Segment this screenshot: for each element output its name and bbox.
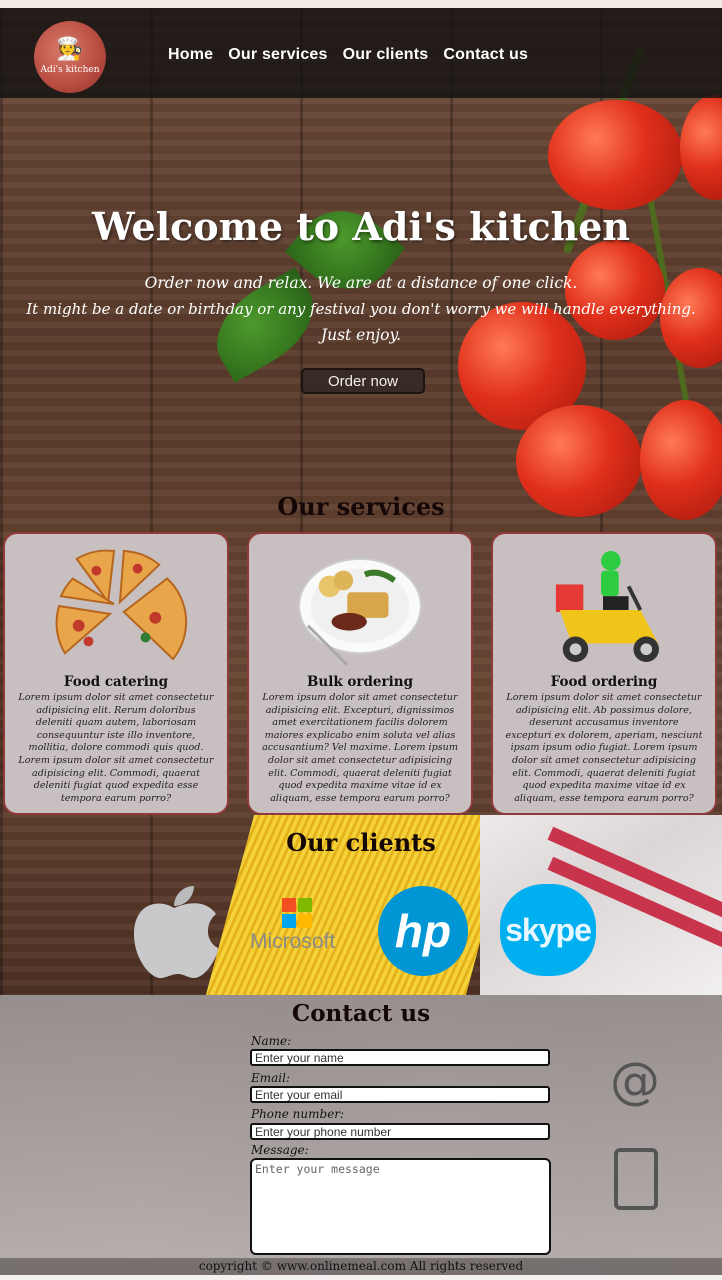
nav-our-services[interactable]: Our services bbox=[228, 46, 327, 64]
microsoft-windows-icon bbox=[282, 898, 312, 928]
hp-wordmark: hp bbox=[394, 905, 452, 957]
hero-title: Welcome to Adi's kitchen bbox=[91, 204, 631, 249]
phone-input[interactable] bbox=[250, 1123, 550, 1140]
order-now-button[interactable]: Order now bbox=[301, 368, 425, 394]
email-label: Email: bbox=[251, 1071, 291, 1085]
hero-line-1: Order now and relax. We are at a distanc… bbox=[144, 274, 578, 292]
phone-icon bbox=[614, 1148, 658, 1210]
card-text: Lorem ipsum dolor sit amet consectetur a… bbox=[18, 692, 214, 804]
bottom-strip bbox=[0, 1275, 722, 1280]
nav-contact-us[interactable]: Contact us bbox=[443, 46, 528, 64]
message-label: Message: bbox=[251, 1143, 309, 1157]
hero-subtitle: Order now and relax. We are at a distanc… bbox=[0, 270, 722, 348]
phone-label: Phone number: bbox=[251, 1107, 345, 1121]
chef-hat-icon: 🧑‍🍳 bbox=[56, 37, 84, 62]
apple-logo-icon bbox=[134, 886, 218, 979]
nav-our-clients[interactable]: Our clients bbox=[343, 46, 429, 64]
skype-logo: skype bbox=[500, 884, 596, 976]
card-title: Bulk ordering bbox=[306, 674, 414, 690]
clients-logos: Microsoft hp skype bbox=[120, 880, 600, 980]
nav-home[interactable]: Home bbox=[168, 46, 213, 64]
at-sign-icon: @ bbox=[610, 1052, 660, 1110]
microsoft-wordmark: Microsoft bbox=[250, 930, 336, 953]
meal-plate-icon bbox=[298, 557, 422, 667]
logo-text: Adi's kitchen bbox=[40, 65, 100, 75]
message-textarea[interactable] bbox=[250, 1158, 551, 1255]
pizza-icon bbox=[55, 549, 188, 661]
logo[interactable]: 🧑‍🍳 Adi's kitchen bbox=[34, 21, 106, 93]
top-strip bbox=[0, 0, 722, 8]
service-card-food-catering: Food catering Lorem ipsum dolor sit amet… bbox=[3, 532, 229, 815]
site-header: 🧑‍🍳 Adi's kitchen Home Our services Our … bbox=[0, 8, 722, 98]
card-text: Lorem ipsum dolor sit amet consectetur a… bbox=[262, 692, 458, 804]
name-input[interactable] bbox=[250, 1049, 550, 1066]
services-title: Our services bbox=[277, 492, 445, 521]
card-title: Food catering bbox=[63, 674, 169, 690]
card-text: Lorem ipsum dolor sit amet consectetur a… bbox=[505, 692, 703, 804]
hero-line-3: Just enjoy. bbox=[320, 326, 402, 344]
service-card-bulk-ordering: Bulk ordering Lorem ipsum dolor sit amet… bbox=[247, 532, 473, 815]
clients-title: Our clients bbox=[286, 828, 436, 857]
email-input[interactable] bbox=[250, 1086, 550, 1103]
service-card-food-ordering: Food ordering Lorem ipsum dolor sit amet… bbox=[491, 532, 717, 815]
contact-title: Contact us bbox=[291, 1000, 431, 1027]
hp-logo: hp bbox=[378, 886, 468, 976]
hero-line-2: It might be a date or birthday or any fe… bbox=[26, 300, 696, 318]
card-title: Food ordering bbox=[550, 674, 658, 690]
skype-wordmark: skype bbox=[505, 911, 592, 948]
microsoft-logo: Microsoft bbox=[250, 898, 350, 968]
main-nav: Home Our services Our clients Contact us bbox=[168, 46, 528, 64]
name-label: Name: bbox=[251, 1034, 292, 1048]
delivery-scooter-icon bbox=[555, 551, 660, 663]
